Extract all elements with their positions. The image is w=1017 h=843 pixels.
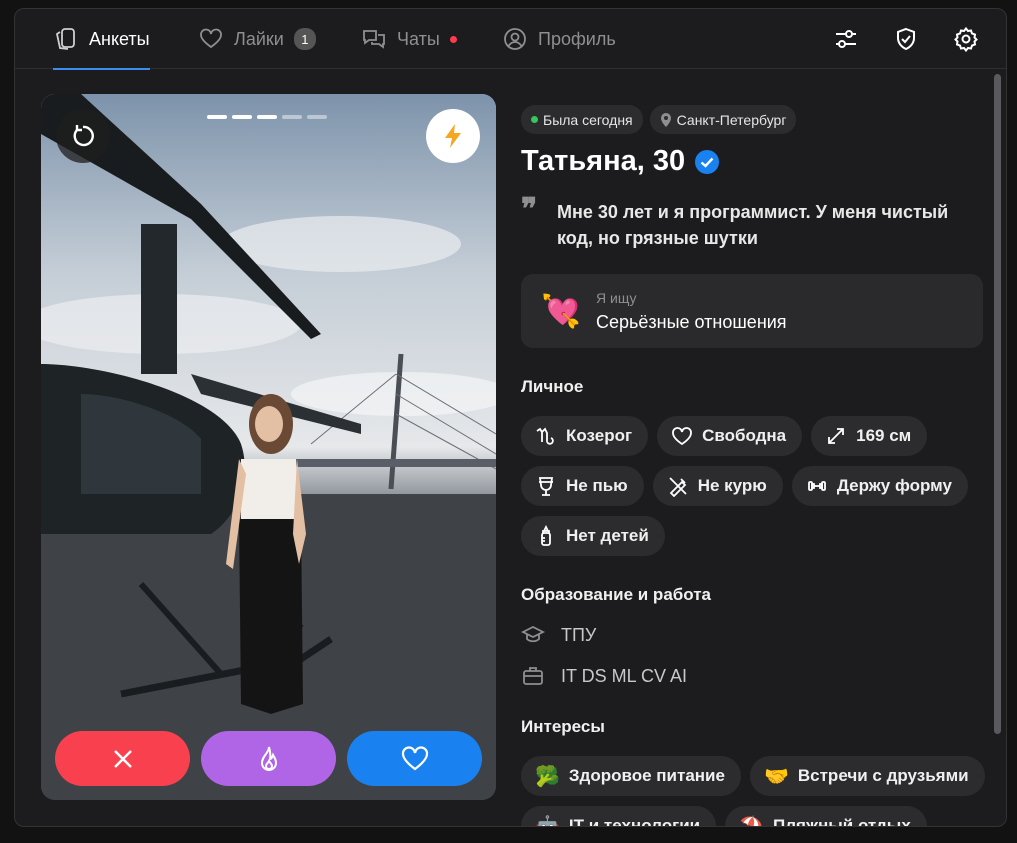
job-text: IT DS ML CV AI [561,665,688,686]
tag-label: Козерог [566,426,633,445]
online-dot [531,116,538,123]
location-pin-icon [660,112,671,127]
name-age: Татьяна, 30 [521,145,686,177]
dislike-button[interactable] [55,731,190,786]
tag-relationship: Свободна [657,416,803,456]
boost-lightning-icon [445,124,461,148]
tag-label: Свободна [702,426,787,445]
swipe-actions [55,731,482,786]
chats-icon [363,30,385,49]
interests-row-1: 🥦 Здоровое питание 🤝 Встречи с друзьями [521,756,985,796]
section-education-title: Образование и работа [521,585,712,604]
heart-icon [672,427,692,446]
progress-segment [282,115,302,119]
dumbbell-icon [807,481,826,491]
tag-label: 169 см [856,426,912,445]
tag-label: Не курю [697,476,767,495]
profile-info: Была сегодня Санкт-Петербург Татьяна, 30… [521,9,991,827]
school-text: ТПУ [561,624,597,645]
meta-chips: Была сегодня Санкт-Петербург [521,105,797,134]
tag-fitness: Держу форму [791,466,968,506]
progress-segment [307,115,327,119]
profile-name: Татьяна, 30 [521,145,720,178]
wine-glass-icon [538,477,554,496]
progress-segment [232,115,252,119]
graduation-cap-icon [521,625,545,643]
boost-button[interactable] [426,109,480,163]
interest-it: 🤖 IT и технологии [521,806,717,827]
bio: ❞ Мне 30 лет и я программист. У меня чис… [521,192,961,251]
section-interests-title: Интересы [521,717,605,736]
profile-photo[interactable] [41,94,496,800]
baby-bottle-icon [541,525,551,546]
seeking-card: 💘 Я ищу Серьёзные отношения [521,274,983,348]
tag-zodiac: Козерог [521,416,649,456]
tag-children: Нет детей [521,516,665,556]
tag-drinking: Не пью [521,466,644,506]
capricorn-icon [536,427,554,445]
progress-segment [257,115,277,119]
undo-icon [73,125,94,147]
handshake-icon: 🤝 [763,765,789,788]
personal-row-2: Не пью Не курю Держу форму [521,466,968,506]
interest-label: Пляжный отдых [773,816,911,827]
photo-progress [207,115,327,119]
tab-label: Анкеты [89,28,150,49]
personal-row-3: Нет детей [521,516,665,556]
cigarette-icon [669,477,687,497]
heart-icon [200,28,222,49]
bio-text: Мне 30 лет и я программист. У меня чисты… [557,202,949,248]
heart-icon [401,745,428,770]
robot-icon: 🤖 [535,815,560,827]
tab-profiles[interactable]: Анкеты [53,9,150,70]
heart-arrow-icon: 💘 [541,293,581,329]
active-tab-indicator [53,68,150,70]
city-text: Санкт-Петербург [676,111,787,128]
education-school: ТПУ [521,623,596,647]
likes-count-badge: 1 [293,28,316,50]
section-personal-title: Личное [521,377,584,396]
personal-row-1: Козерог Свободна 169 см [521,416,928,456]
resize-arrows-icon [828,428,845,444]
tag-label: Не пью [566,476,628,495]
interest-healthy-food: 🥦 Здоровое питание [521,756,741,796]
flame-icon [260,746,277,771]
tag-smoking: Не курю [652,466,783,506]
tab-chats[interactable]: Чаты [361,9,457,69]
close-icon [113,749,132,768]
education-job: IT DS ML CV AI [521,664,687,688]
undo-button[interactable] [56,109,110,163]
tag-label: Нет детей [566,526,649,545]
like-button[interactable] [347,731,482,786]
status-text: Была сегодня [543,111,633,128]
broccoli-icon: 🥦 [535,765,560,788]
quote-icon: ❞ [521,192,538,227]
seeking-label: Я ищу [596,290,637,306]
tag-label: Держу форму [836,476,952,495]
verified-icon [695,149,720,174]
cards-icon [55,28,75,50]
app-window: Анкеты Лайки 1 Чаты Профиль Была сегодня… [14,8,1007,827]
tab-likes[interactable]: Лайки 1 [198,9,316,69]
briefcase-icon [523,667,543,685]
interests-row-2: 🤖 IT и технологии ⛱️ Пляжный отдых [521,806,927,827]
photo-scene [41,94,496,800]
scrollbar[interactable] [994,74,1001,734]
interest-friends: 🤝 Встречи с друзьями [749,756,985,796]
superlike-button[interactable] [201,731,336,786]
status-chip: Была сегодня [521,105,643,134]
progress-segment [207,115,227,119]
tab-label: Лайки [234,28,284,49]
interest-label: Встречи с друзьями [797,766,969,785]
interest-label: Здоровое питание [568,766,725,785]
seeking-value: Серьёзные отношения [596,312,787,332]
tag-height: 169 см [811,416,928,456]
city-chip: Санкт-Петербург [649,105,797,134]
interest-beach: ⛱️ Пляжный отдых [725,806,927,827]
beach-umbrella-icon: ⛱️ [739,815,764,827]
interest-label: IT и технологии [568,816,701,827]
unread-dot [449,35,457,43]
tab-label: Чаты [397,28,440,49]
